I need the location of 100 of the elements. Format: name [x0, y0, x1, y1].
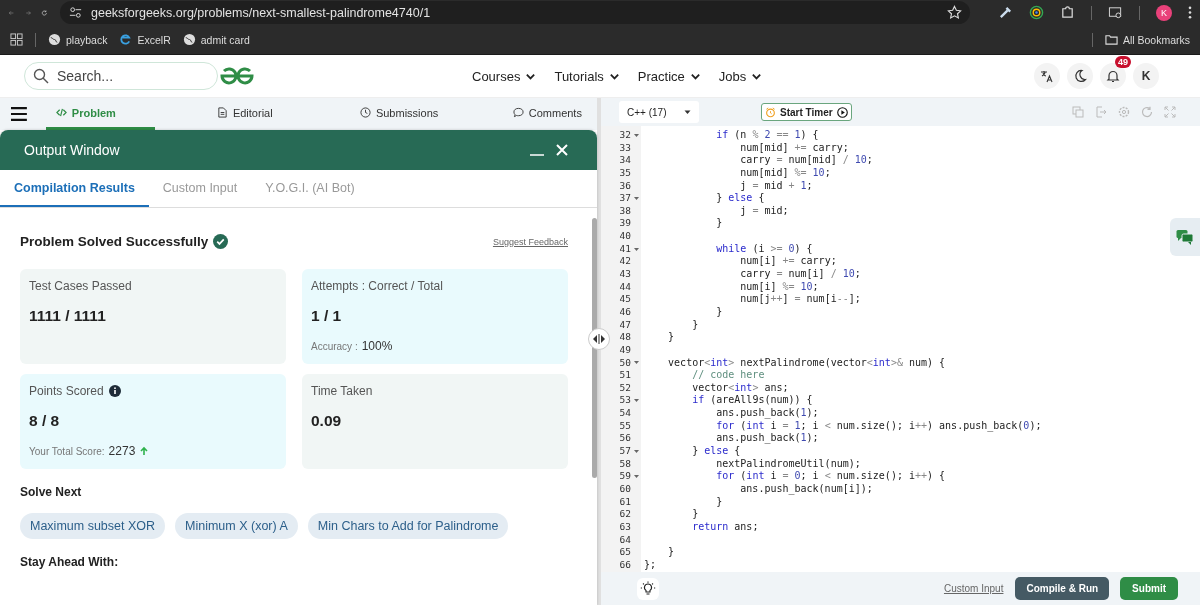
site-info-icon[interactable] — [68, 5, 83, 20]
apps-icon[interactable] — [10, 33, 23, 46]
code-line: nextPalindromeUtil(num); — [715, 457, 862, 471]
more-icon[interactable] — [1188, 5, 1192, 20]
notification-button[interactable] — [1100, 63, 1126, 89]
folder-icon — [1104, 33, 1118, 46]
line-number: 53 — [619, 394, 631, 408]
url-text: geeksforgeeks.org/problems/next-smallest-palindrome4740/1 — [91, 5, 432, 20]
start-timer-button[interactable]: Start Timer — [761, 103, 852, 121]
code-line: j = mid; — [739, 204, 790, 218]
info-icon[interactable] — [108, 385, 121, 397]
code-line: } else { — [691, 445, 742, 458]
caret-icon — [684, 109, 691, 115]
line-number: 43 — [619, 268, 631, 281]
problem-tab[interactable]: Editorial — [195, 98, 295, 130]
line-number: 48 — [619, 331, 631, 344]
line-number: 56 — [619, 432, 631, 446]
puzzle-icon[interactable] — [1060, 5, 1075, 20]
bookmark[interactable]: playback — [48, 33, 108, 46]
star-icon[interactable] — [947, 5, 962, 20]
custom-input-link[interactable]: Custom Input — [943, 583, 1004, 594]
code-line: } — [715, 305, 724, 319]
line-number: 35 — [619, 166, 631, 180]
line-number: 47 — [619, 318, 631, 332]
code-line: } — [691, 508, 700, 521]
code-line: j = mid + 1; — [739, 179, 814, 193]
code-line: ans.push_back(num[i]); — [739, 482, 874, 496]
code-line: if (n % 2 == 1) { — [715, 129, 820, 142]
line-number: 59 — [619, 470, 631, 483]
card-label: Time Taken — [311, 384, 373, 398]
translate-button[interactable] — [1034, 63, 1060, 89]
card-value: 0.09 — [311, 412, 343, 430]
fold-icon[interactable] — [633, 448, 640, 454]
code-line: carry = num[i] / 10; — [739, 268, 862, 281]
code-line: num[mid] %= 10; — [739, 166, 832, 180]
note-value: 2273 — [108, 444, 136, 458]
problem-chip[interactable]: Maximum subset XOR — [20, 513, 166, 539]
close-icon[interactable] — [555, 143, 569, 157]
card-label: Attempts : Correct / Total — [311, 279, 443, 293]
bell-icon — [1106, 69, 1120, 83]
fold-icon[interactable] — [633, 196, 640, 201]
status-heading: Problem Solved Successfully — [20, 234, 209, 249]
feedback-link[interactable]: Suggest Feedback — [492, 236, 568, 247]
compile-run-button[interactable]: Compile & Run — [1015, 577, 1110, 600]
line-number: 33 — [619, 141, 631, 155]
scrollbar-thumb[interactable] — [592, 218, 597, 478]
nav-link[interactable]: Practice — [637, 68, 701, 84]
line-number: 49 — [619, 343, 631, 357]
submit-button[interactable]: Submit — [1120, 577, 1178, 600]
line-number: 58 — [619, 457, 631, 471]
code-line: vector<int> ans; — [691, 381, 790, 395]
globe-icon — [182, 33, 196, 46]
search-field[interactable]: Search... — [24, 62, 218, 90]
nav-link[interactable]: Courses — [472, 68, 537, 84]
code-line: ans.push_back(1); — [715, 407, 820, 420]
problem-tab[interactable]: Submissions — [344, 98, 454, 130]
extension-icon[interactable] — [1029, 5, 1044, 20]
fold-icon[interactable] — [633, 246, 640, 252]
line-number: 52 — [619, 381, 631, 395]
fold-icon[interactable] — [633, 132, 640, 138]
chat-button[interactable] — [1170, 218, 1200, 256]
card-value: 1111 / 1111 — [29, 307, 107, 325]
problem-chip[interactable]: Min Chars to Add for Palindrome — [307, 513, 509, 539]
fold-icon[interactable] — [633, 474, 640, 480]
user-avatar[interactable]: K — [1133, 63, 1159, 89]
bookmark[interactable]: ExcelR — [119, 33, 171, 46]
fold-icon[interactable] — [633, 398, 640, 404]
theme-button[interactable] — [1067, 63, 1093, 89]
problem-chip[interactable]: Minimum X (xor) A — [175, 513, 298, 539]
all-bookmarks[interactable]: All Bookmarks — [1104, 33, 1190, 46]
profile-avatar[interactable]: K — [1156, 4, 1172, 21]
output-tab[interactable]: Compilation Results — [0, 170, 149, 207]
code-line: } — [715, 217, 724, 231]
window-title: Output Window — [24, 142, 121, 158]
eyedropper-icon[interactable] — [998, 5, 1013, 20]
search-tab-icon[interactable] — [1108, 5, 1123, 20]
section-heading: Solve Next — [20, 485, 83, 499]
line-number: 32 — [619, 129, 631, 142]
problem-tab[interactable]: Comments — [497, 98, 597, 130]
code-line: } — [691, 318, 700, 332]
address-bar[interactable]: geeksforgeeks.org/problems/next-smallest-palindrome4740/1 — [60, 1, 970, 24]
line-number: 62 — [619, 508, 631, 521]
bookmark[interactable]: admit card — [182, 33, 250, 46]
line-number: 66 — [619, 558, 631, 572]
line-number: 46 — [619, 305, 631, 319]
nav-link[interactable]: Jobs — [718, 68, 763, 84]
code-line: // code here — [691, 369, 766, 382]
nav-link[interactable]: Tutorials — [554, 68, 620, 84]
logo-icon[interactable] — [218, 65, 256, 87]
language-select[interactable]: C++ (17) — [619, 101, 699, 123]
note-label: Your Total Score: — [29, 445, 105, 457]
code-line: while (i >= 0) { — [715, 242, 814, 256]
code-line: vector<int> nextPalindrome(vector<int>& num) { — [667, 356, 947, 370]
fold-icon[interactable] — [633, 360, 640, 366]
card-label: Test Cases Passed — [29, 279, 132, 293]
code-line: if (areAll9s(num)) { — [691, 394, 814, 408]
menu-icon[interactable] — [10, 106, 28, 122]
lightbulb-icon[interactable] — [637, 577, 659, 600]
code-line: } — [715, 495, 724, 509]
line-number: 55 — [619, 419, 631, 433]
